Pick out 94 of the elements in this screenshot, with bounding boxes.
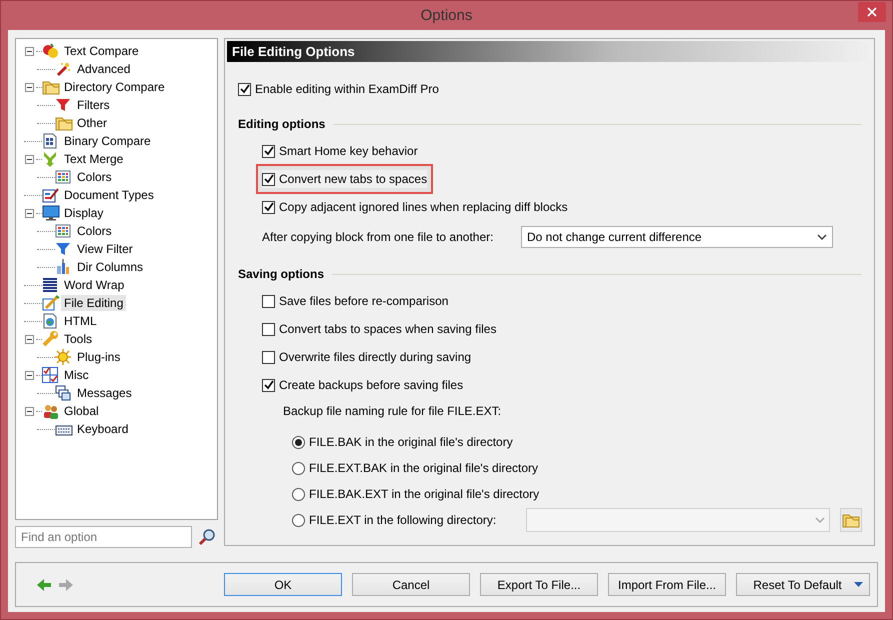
radio-label: FILE.BAK.EXT in the original file's directory: [309, 487, 540, 501]
merge-arrow-icon: [42, 151, 58, 167]
checkbox[interactable]: [262, 144, 275, 158]
browse-button[interactable]: [840, 508, 862, 532]
dropdown-label: After copying block from one file to another:: [262, 230, 494, 244]
caret-icon: [817, 234, 827, 240]
folder-icon: [42, 79, 60, 95]
checkbox[interactable]: [262, 200, 275, 214]
tree-item[interactable]: Colors: [74, 223, 115, 239]
checkbox-label: Copy adjacent ignored lines when replacing diff blocks: [279, 200, 568, 214]
tree-item[interactable]: Text Merge: [61, 151, 126, 167]
tree-item[interactable]: Messages: [74, 385, 135, 401]
tree-item[interactable]: Directory Compare: [61, 79, 168, 95]
radio-button[interactable]: [292, 436, 305, 448]
tree-item[interactable]: Tools: [61, 331, 96, 347]
tree-item[interactable]: Misc: [61, 367, 92, 383]
caret-icon: [854, 582, 863, 587]
checkmarks-icon: [42, 367, 58, 383]
checkbox[interactable]: [262, 350, 275, 364]
radio-button[interactable]: [292, 462, 305, 474]
checkbox-label: Smart Home key behavior: [279, 144, 418, 158]
radio-label: FILE.EXT.BAK in the original file's directory: [309, 461, 538, 475]
checkbox[interactable]: [262, 322, 275, 336]
tree-item[interactable]: Plug-ins: [74, 349, 124, 365]
checkbox[interactable]: [262, 294, 275, 308]
pen-icon: [42, 295, 60, 311]
radio-button[interactable]: [292, 488, 305, 500]
tree-item[interactable]: View Filter: [74, 241, 136, 257]
radio-label: FILE.BAK in the original file's directory: [309, 435, 513, 449]
checkbox[interactable]: [262, 172, 275, 186]
collapse-toggle[interactable]: [25, 334, 34, 344]
fruit-icon: [42, 43, 60, 59]
wrench-icon: [42, 331, 60, 347]
tree-item[interactable]: Global: [61, 403, 102, 419]
search-field[interactable]: Find an option: [15, 526, 192, 548]
windows-icon: [55, 385, 71, 401]
tree-item[interactable]: Text Compare: [61, 43, 142, 59]
lines-icon: [42, 277, 58, 293]
document-icon: [42, 313, 58, 329]
checkbox-label: Create backups before saving files: [279, 378, 464, 392]
collapse-toggle[interactable]: [25, 46, 34, 56]
close-button[interactable]: [858, 2, 886, 22]
radio-label: FILE.EXT in the following directory:: [309, 513, 496, 527]
tree-item[interactable]: Word Wrap: [61, 277, 128, 293]
dropdown[interactable]: Do not change current difference: [521, 226, 833, 248]
dialog-button[interactable]: Import From File...: [608, 573, 726, 596]
checkbox[interactable]: [238, 82, 251, 96]
document-brush-icon: [42, 187, 60, 203]
checkbox-label: Convert new tabs to spaces: [279, 172, 428, 186]
folder-icon: [55, 115, 73, 131]
collapse-toggle[interactable]: [25, 154, 34, 164]
tree-item[interactable]: HTML: [61, 313, 100, 329]
tree-item[interactable]: Other: [74, 115, 110, 131]
naming-rule-label: Backup file naming rule for file FILE.EXT:: [282, 404, 502, 420]
dialog-button[interactable]: OK: [224, 573, 342, 596]
grid-icon: [55, 169, 71, 185]
tree-item[interactable]: Advanced: [74, 61, 134, 77]
checkbox[interactable]: [262, 378, 275, 392]
dialog-button[interactable]: Cancel: [352, 573, 470, 596]
document-icon: [42, 133, 58, 149]
funnel-icon: [55, 241, 71, 257]
checkbox-label: Save files before re-comparison: [279, 294, 448, 308]
window-title: Options: [420, 7, 472, 24]
columns-icon: [55, 259, 71, 275]
wand-icon: [55, 61, 71, 77]
search-icon[interactable]: [198, 528, 216, 546]
sun-icon: [55, 349, 71, 365]
users-icon: [42, 403, 60, 419]
dialog-button[interactable]: Export To File...: [480, 573, 598, 596]
collapse-toggle[interactable]: [25, 208, 34, 218]
caret-icon: [814, 517, 825, 523]
checkbox-label: Convert tabs to spaces when saving files: [279, 322, 496, 336]
back-arrow-icon[interactable]: [36, 578, 52, 592]
tree-item[interactable]: Dir Columns: [74, 259, 146, 275]
tree-item[interactable]: Binary Compare: [61, 133, 154, 149]
reset-split-button[interactable]: Reset To Default: [736, 573, 870, 596]
tree-item[interactable]: Colors: [74, 169, 115, 185]
collapse-toggle[interactable]: [25, 370, 34, 380]
tree-item[interactable]: Keyboard: [74, 421, 132, 437]
folder-icon: [842, 512, 860, 528]
checkbox-label: Overwrite files directly during saving: [279, 350, 472, 364]
tree-item[interactable]: Document Types: [61, 187, 157, 203]
close-icon: [867, 7, 877, 17]
collapse-toggle[interactable]: [25, 406, 34, 416]
collapse-toggle[interactable]: [25, 82, 34, 92]
tree-item[interactable]: Display: [61, 205, 106, 221]
section-heading: Saving options: [238, 267, 324, 281]
tree-item[interactable]: Filters: [74, 97, 113, 113]
monitor-icon: [42, 205, 60, 221]
section-heading: Editing options: [238, 117, 326, 131]
tree-item[interactable]: File Editing: [61, 295, 126, 311]
checkbox-label: Enable editing within ExamDiff Pro: [255, 82, 439, 96]
grid-icon: [55, 223, 71, 239]
funnel-icon: [55, 97, 71, 113]
